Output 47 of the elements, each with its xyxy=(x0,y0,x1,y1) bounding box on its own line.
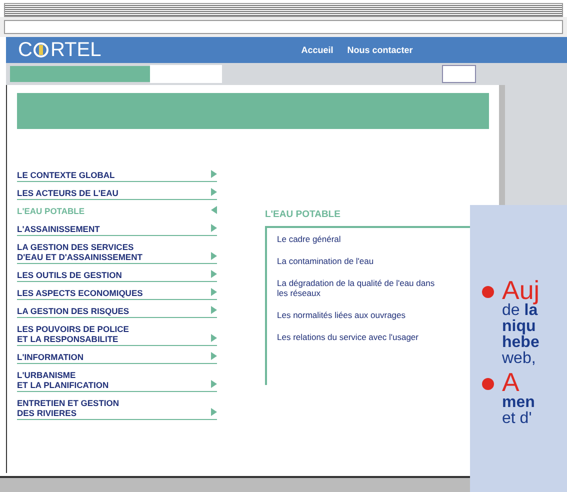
overlay-text: niqu xyxy=(502,319,537,335)
nav-link[interactable]: Nous contacter xyxy=(347,45,413,55)
arrow-icon xyxy=(211,188,217,196)
overlay-text: men xyxy=(502,395,535,411)
logo-text: C xyxy=(18,38,32,62)
address-field[interactable] xyxy=(4,20,563,34)
arrow-icon xyxy=(211,408,217,416)
arrow-icon xyxy=(211,170,217,178)
arrow-icon xyxy=(211,224,217,232)
arrow-icon xyxy=(211,352,217,360)
arrow-icon xyxy=(211,270,217,278)
arrow-icon xyxy=(211,252,217,260)
submenu-link[interactable]: La dégradation de la qualité de l'eau dans les réseaux xyxy=(277,278,447,298)
menu-item[interactable]: L'INFORMATION xyxy=(17,351,217,364)
tab-panel xyxy=(150,65,222,83)
search-button[interactable] xyxy=(442,65,476,83)
arrow-icon xyxy=(211,206,217,214)
menu-item[interactable]: LA GESTION DES RISQUES xyxy=(17,305,217,318)
bullet-icon xyxy=(482,286,494,298)
submenu-title: L'EAU POTABLE xyxy=(265,209,342,220)
menu-item[interactable]: LES ACTEURS DE L'EAU xyxy=(17,187,217,200)
submenu-link[interactable]: Les relations du service avec l'usager xyxy=(277,332,447,342)
menu-item[interactable]: LES POUVOIRS DE POLICE ET LA RESPONSABILITE xyxy=(17,323,217,346)
overlay-text: de la xyxy=(502,303,539,319)
overlay-text: hebe xyxy=(502,335,540,351)
overlay-text: web, xyxy=(502,351,537,367)
overlay-text: A xyxy=(502,369,520,395)
submenu-link[interactable]: Le cadre général xyxy=(277,234,447,244)
menu-item[interactable]: LES ASPECTS ECONOMIQUES xyxy=(17,287,217,300)
menu-item[interactable]: L'URBANISME ET LA PLANIFICATION xyxy=(17,369,217,392)
menu-item[interactable]: ENTRETIEN ET GESTION DES RIVIERES xyxy=(17,397,217,420)
arrow-icon xyxy=(211,334,217,342)
logo-icon xyxy=(33,41,50,59)
bullet-icon xyxy=(482,378,494,390)
submenu-link[interactable]: Les normalités liées aux ouvrages xyxy=(277,310,447,320)
menu-item[interactable]: LES OUTILS DE GESTION xyxy=(17,269,217,282)
menu-item[interactable]: LE CONTEXTE GLOBAL xyxy=(17,169,217,182)
logo-text: RTEL xyxy=(50,38,102,62)
overlay-text: Auj xyxy=(502,277,540,303)
nav-link[interactable]: Accueil xyxy=(301,45,334,55)
arrow-icon xyxy=(211,380,217,388)
submenu-link[interactable]: La contamination de l'eau xyxy=(277,256,447,266)
overlay-text: et d' xyxy=(502,411,533,427)
menu-item[interactable]: L'ASSAINISSEMENT xyxy=(17,223,217,236)
menu-item[interactable]: LA GESTION DES SERVICES D'EAU ET D'ASSAINISSEMENT xyxy=(17,241,217,264)
arrow-icon xyxy=(211,288,217,296)
arrow-icon xyxy=(211,306,217,314)
